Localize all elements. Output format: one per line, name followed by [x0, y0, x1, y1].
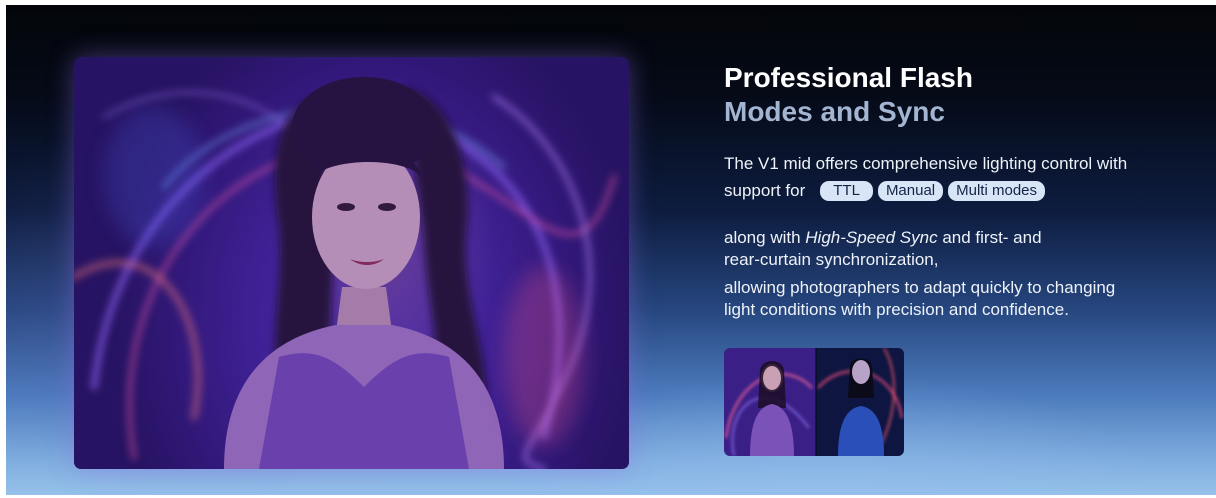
- title-line-secondary: Modes and Sync: [724, 96, 945, 127]
- closing-line-2: light conditions with precision and conf…: [724, 300, 1069, 319]
- modes-lead-text: support for: [724, 181, 806, 200]
- mode-pill-multi: Multi modes: [948, 181, 1045, 201]
- intro-text: The V1 mid offers comprehensive lighting…: [724, 154, 1128, 173]
- flash-modes-section: Professional Flash Modes and Sync The V1…: [6, 5, 1216, 495]
- sync-suffix: and first- and: [937, 228, 1042, 247]
- hero-portrait-image: [74, 57, 629, 469]
- high-speed-sync-emphasis: High-Speed Sync: [805, 228, 938, 247]
- comparison-thumbnail-image: [724, 348, 904, 456]
- mode-pill-manual: Manual: [877, 181, 944, 201]
- mode-pill-ttl: TTL: [820, 181, 873, 201]
- title-line-primary: Professional Flash: [724, 62, 973, 93]
- flash-modes-row: support for TTL Manual Multi modes: [724, 179, 1045, 203]
- sync-text: along with High-Speed Sync and first- an…: [724, 227, 1042, 271]
- section-title: Professional Flash Modes and Sync: [724, 61, 973, 129]
- sync-prefix: along with: [724, 228, 806, 247]
- closing-line-1: allowing photographers to adapt quickly …: [724, 278, 1116, 297]
- closing-text: allowing photographers to adapt quickly …: [724, 277, 1115, 321]
- sync-line-2: rear-curtain synchronization,: [724, 250, 939, 269]
